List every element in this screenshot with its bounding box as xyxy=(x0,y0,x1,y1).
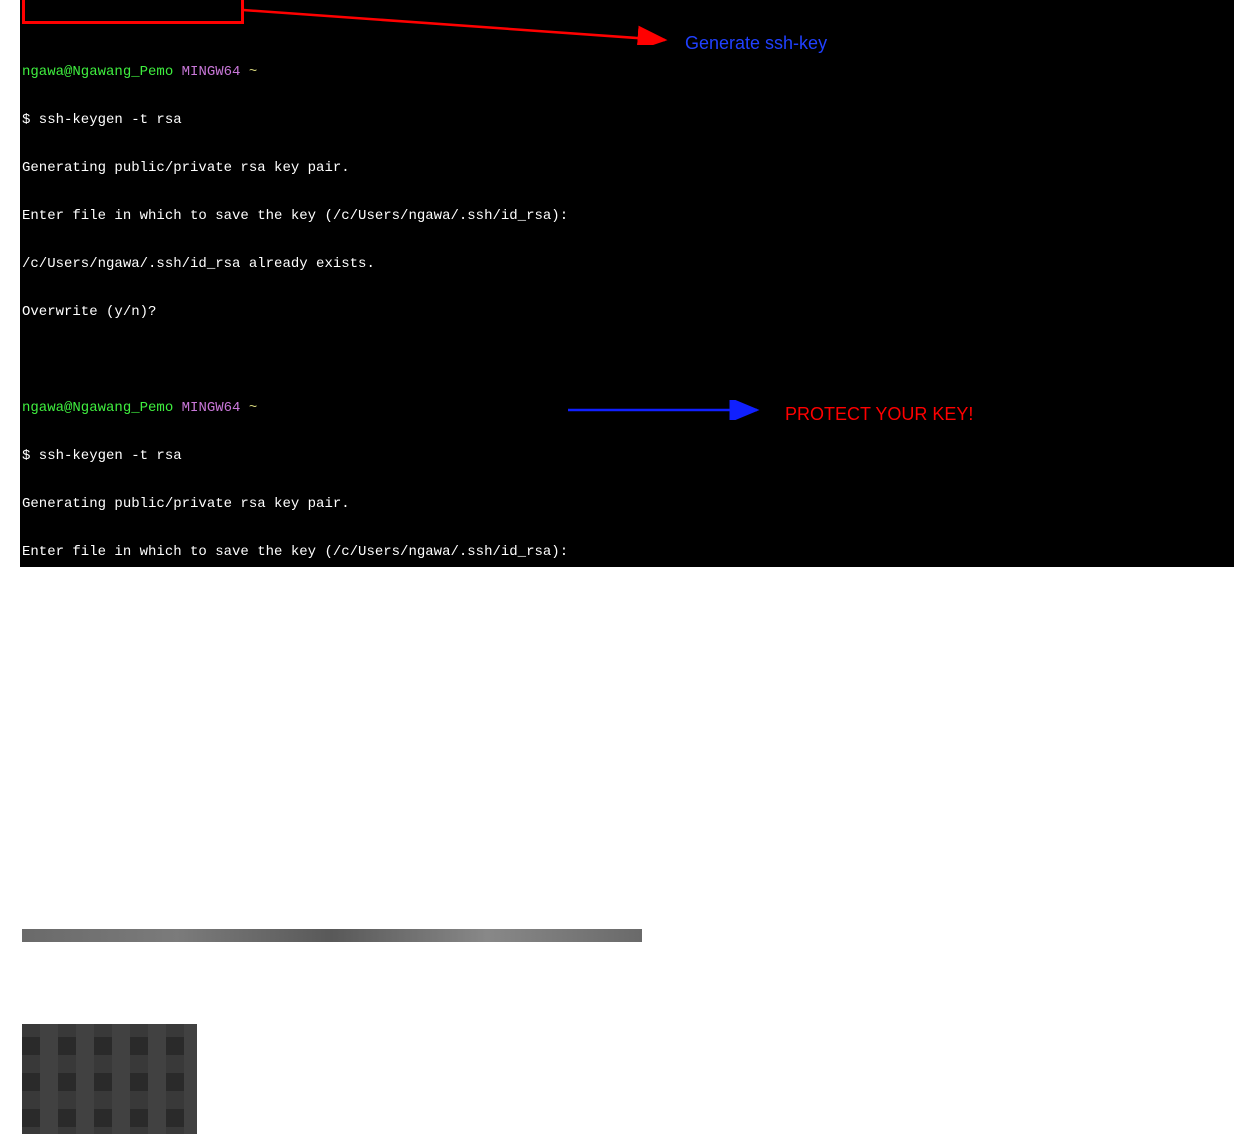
prompt-user: ngawa@Ngawang_Pemo xyxy=(22,64,173,80)
prompt-line-2: ngawa@Ngawang_Pemo MINGW64 ~ xyxy=(22,400,1232,416)
command-line: $ ssh-keygen -t rsa xyxy=(22,448,1232,464)
prompt-path: ~ xyxy=(249,400,257,416)
prompt-user: ngawa@Ngawang_Pemo xyxy=(22,400,173,416)
output-line: Generating public/private rsa key pair. xyxy=(22,160,1232,176)
output-line: Enter file in which to save the key (/c/… xyxy=(22,544,1232,560)
output-line: The key's randomart image is: xyxy=(22,976,1232,992)
output-line: Overwrite (y/n)? y xyxy=(22,640,1232,656)
prompt-env: MINGW64 xyxy=(173,64,249,80)
output-line: Enter file in which to save the key (/c/… xyxy=(22,208,1232,224)
output-line: Generating public/private rsa key pair. xyxy=(22,496,1232,512)
output-line: Overwrite (y/n)? xyxy=(22,304,1232,320)
prompt-line-1: ngawa@Ngawang_Pemo MINGW64 ~ xyxy=(22,64,1232,80)
terminal-content: ngawa@Ngawang_Pemo MINGW64 ~ $ ssh-keyge… xyxy=(20,32,1234,1134)
output-line: Enter passphrase (empty for no passphras… xyxy=(22,688,1232,704)
output-line: The key fingerprint is: xyxy=(22,880,1232,896)
output-line: Your public key has been saved in /c/Use… xyxy=(22,832,1232,848)
output-line: Your identification has been saved in /c… xyxy=(22,784,1232,800)
output-line: /c/Users/ngawa/.ssh/id_rsa already exist… xyxy=(22,256,1232,272)
terminal-window[interactable]: ngawa@Ngawang_Pemo MINGW64 ~ $ ssh-keyge… xyxy=(20,0,1234,567)
prompt-env: MINGW64 xyxy=(173,400,249,416)
redacted-fingerprint xyxy=(22,928,1232,944)
blank-line xyxy=(22,352,1232,368)
output-line: Enter same passphrase again: xyxy=(22,736,1232,752)
prompt-path: ~ xyxy=(249,64,257,80)
redacted-randomart xyxy=(22,1024,1232,1134)
command-line: $ ssh-keygen -t rsa xyxy=(22,112,1232,128)
output-line: /c/Users/ngawa/.ssh/id_rsa already exist… xyxy=(22,592,1232,608)
